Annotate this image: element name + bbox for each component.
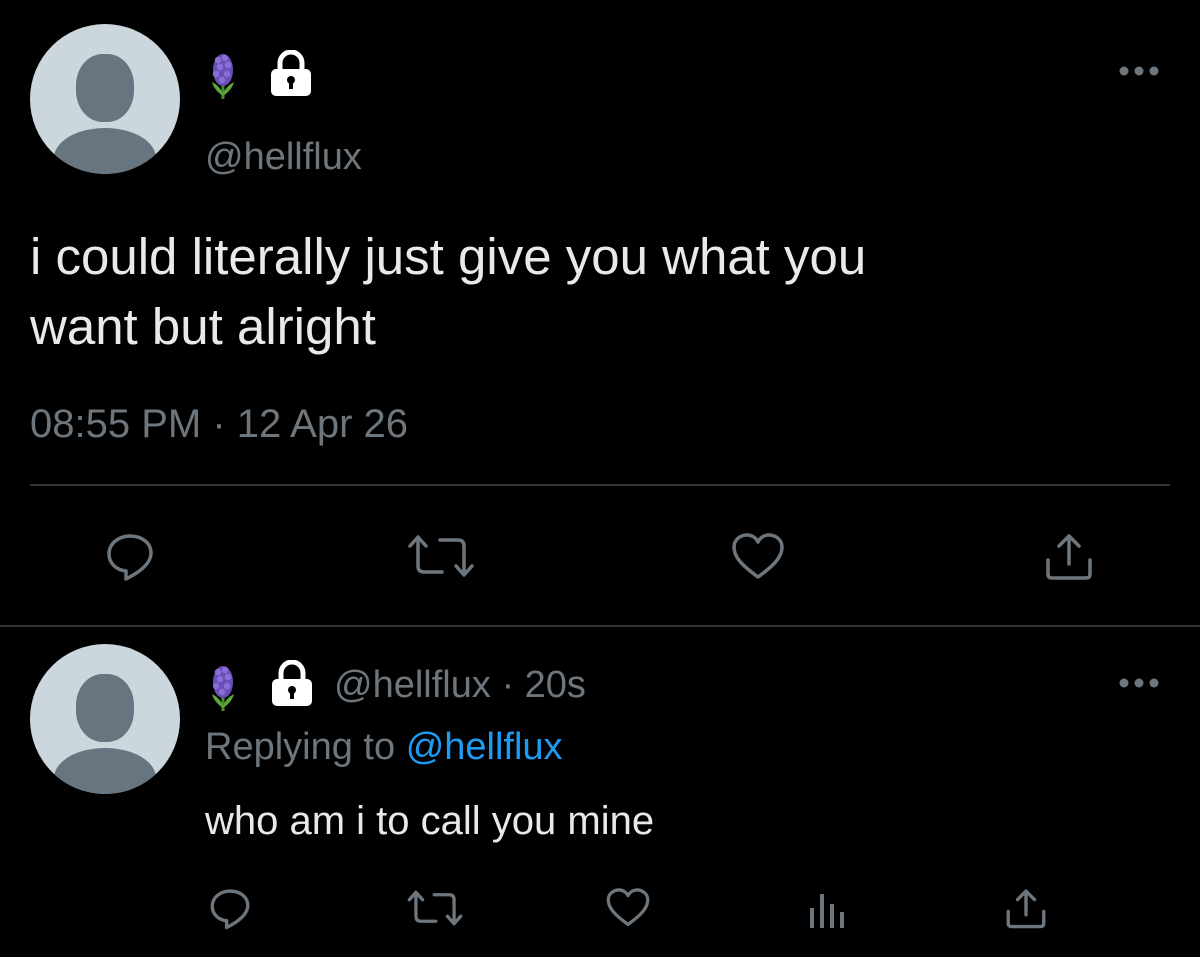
tweet-text-line-1: i could literally just give you what you: [30, 228, 867, 285]
hyacinth-emoji-icon: [208, 52, 238, 102]
tweet-timestamp[interactable]: 08:55 PM · 12 Apr 26: [30, 400, 408, 448]
tweet-text: who am i to call you mine: [205, 799, 655, 843]
reply-meta: @hellflux · 20s: [334, 663, 586, 707]
more-dots-icon[interactable]: [1118, 64, 1160, 78]
like-icon[interactable]: [605, 887, 651, 929]
divider: [30, 484, 1170, 486]
tweet-separator: [0, 625, 1200, 627]
more-dots-icon[interactable]: [1118, 676, 1160, 690]
analytics-icon[interactable]: [806, 888, 846, 930]
reply-icon[interactable]: [104, 530, 156, 582]
tweet-text: i could literally just give you what you…: [30, 222, 866, 362]
author-handle[interactable]: @hellflux: [205, 135, 362, 179]
share-icon[interactable]: [1043, 530, 1095, 582]
default-avatar-icon: [76, 674, 134, 742]
avatar[interactable]: [30, 644, 180, 794]
lock-icon: [265, 50, 317, 98]
replying-to: Replying to @hellflux: [205, 725, 563, 769]
tweet-text-line-2: want but alright: [30, 298, 376, 355]
default-avatar-icon: [76, 54, 134, 122]
reply-time[interactable]: · 20s: [501, 664, 585, 706]
share-icon[interactable]: [1004, 886, 1048, 930]
hyacinth-emoji-icon: [208, 664, 238, 714]
replying-prefix: Replying to: [205, 726, 396, 768]
avatar[interactable]: [30, 24, 180, 174]
lock-icon: [266, 660, 318, 708]
reply-icon[interactable]: [208, 886, 252, 930]
replying-handle-link[interactable]: @hellflux: [406, 726, 563, 768]
like-icon[interactable]: [730, 532, 786, 582]
retweet-icon[interactable]: [406, 532, 476, 580]
retweet-icon[interactable]: [406, 888, 464, 928]
author-handle[interactable]: @hellflux: [334, 664, 491, 706]
